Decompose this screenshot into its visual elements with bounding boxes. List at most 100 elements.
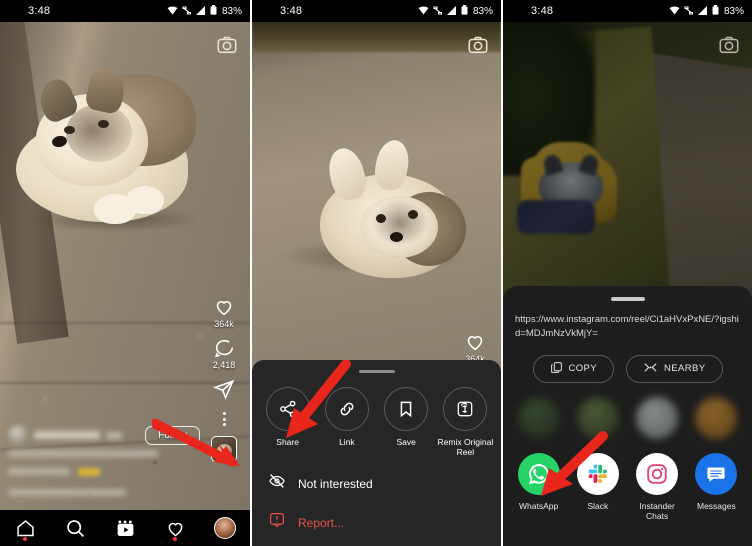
sheet-action-link[interactable]: Link [318, 386, 376, 458]
bookmark-icon [384, 386, 429, 431]
signal-icon [697, 3, 708, 19]
camera-icon[interactable] [467, 34, 489, 56]
nearby-label: NEARBY [664, 363, 706, 375]
sheet-action-label: Remix Original Reel [437, 436, 494, 458]
reel-video-surface[interactable]: 364k [252, 22, 501, 546]
status-bar: 3:48 83% [503, 0, 752, 22]
not-interested-label: Not interested [298, 476, 373, 491]
share-node-icon [265, 386, 310, 431]
share-target-label: Messages [697, 500, 736, 511]
report-icon [268, 511, 286, 534]
wifi-icon [418, 3, 429, 19]
share-target-label: WhatsApp [519, 500, 559, 511]
contact-avatar-icon [695, 396, 738, 439]
whatsapp-icon [517, 452, 560, 495]
audio-row[interactable] [8, 463, 242, 481]
share-target-apps-row: WhatsApp Slack Instander Chats Messages [503, 439, 752, 522]
nav-reels-icon[interactable] [108, 513, 142, 543]
status-icons: 83% [167, 3, 242, 19]
screenshot-strip: 3:48 83% 364k 2,418 Follow 3:48 83% Shar… [0, 0, 752, 546]
author-username[interactable] [34, 431, 100, 439]
sheet-action-label: Link [339, 436, 355, 447]
contact-target[interactable] [629, 396, 685, 439]
instander-icon [636, 452, 679, 495]
puppy-subject [10, 56, 206, 236]
vpn-key-icon [433, 3, 443, 19]
copy-label: COPY [568, 363, 598, 375]
nearby-share-icon [643, 361, 658, 377]
vpn-key-icon [684, 3, 694, 19]
signal-icon [446, 3, 457, 19]
contact-target[interactable] [570, 396, 626, 439]
panel-options-sheet: 3:48 83% Share Link Save Remix Original … [250, 0, 501, 546]
camera-icon[interactable] [216, 34, 238, 56]
caption-text-line [8, 450, 158, 457]
share-target-messages[interactable]: Messages [688, 452, 744, 522]
sheet-action-remix[interactable]: Remix Original Reel [436, 386, 494, 458]
like-count: 364k [214, 319, 234, 329]
reel-video-surface: https://www.instagram.com/reel/Ci1aHVxPx… [503, 22, 752, 546]
status-bar: 3:48 83% [252, 0, 501, 22]
reel-video-surface[interactable]: 364k 2,418 Follow [0, 22, 250, 546]
contact-avatar-icon [517, 396, 560, 439]
sheet-drag-handle[interactable] [358, 369, 395, 373]
battery-icon [461, 3, 468, 19]
puppy-subject [278, 137, 474, 290]
contact-target[interactable] [688, 396, 744, 439]
eye-off-icon [268, 472, 286, 495]
sheet-drag-handle[interactable] [610, 297, 645, 301]
battery-icon [210, 3, 217, 19]
audio-title-line [8, 489, 126, 496]
report-row[interactable]: Report... [252, 499, 501, 546]
nav-search-icon[interactable] [58, 513, 92, 543]
nav-activity-icon[interactable] [158, 513, 192, 543]
share-target-whatsapp[interactable]: WhatsApp [511, 452, 567, 522]
messages-icon [695, 452, 738, 495]
comment-count: 2,418 [212, 360, 236, 370]
wifi-icon [669, 3, 680, 19]
copy-icon [550, 361, 563, 377]
bottom-navigation [0, 510, 250, 546]
nav-home-icon[interactable] [8, 513, 42, 543]
battery-percent: 83% [723, 5, 744, 17]
contact-target[interactable] [511, 396, 567, 439]
author-meta [106, 431, 122, 439]
remix-icon [443, 386, 488, 431]
battery-percent: 83% [221, 5, 242, 17]
nav-profile-avatar[interactable] [208, 513, 242, 543]
camera-icon [718, 34, 740, 56]
follow-button[interactable]: Follow [145, 425, 200, 445]
share-target-label: Slack [587, 500, 609, 511]
status-icons: 83% [669, 3, 744, 19]
like-button[interactable]: 364k [213, 296, 235, 329]
status-time: 3:48 [28, 5, 51, 17]
report-label: Report... [298, 515, 345, 530]
comment-button[interactable]: 2,418 [212, 337, 236, 370]
panel-android-share: 3:48 83% https://www.instagram.com/reel/… [501, 0, 752, 546]
sheet-action-row: Share Link Save Remix Original Reel [252, 386, 501, 460]
vpn-key-icon [182, 3, 192, 19]
panel-reel-view: 3:48 83% 364k 2,418 Follow [0, 0, 250, 546]
link-icon [324, 386, 369, 431]
sheet-action-save[interactable]: Save [377, 386, 435, 458]
status-time: 3:48 [280, 5, 303, 17]
audio-thumbnail[interactable] [211, 436, 237, 462]
contact-avatar-icon [576, 396, 619, 439]
sheet-action-share[interactable]: Share [259, 386, 317, 458]
wifi-icon [167, 3, 178, 19]
more-options-icon[interactable] [222, 412, 226, 426]
author-avatar[interactable] [8, 425, 28, 445]
share-target-instander[interactable]: Instander Chats [629, 452, 685, 522]
status-bar: 3:48 83% [0, 0, 250, 22]
direct-contacts-row [503, 383, 752, 439]
share-target-slack[interactable]: Slack [570, 452, 626, 522]
not-interested-row[interactable]: Not interested [252, 460, 501, 499]
sheet-action-label: Save [396, 436, 416, 447]
copy-button[interactable]: COPY [532, 354, 615, 383]
sheet-action-label: Share [276, 436, 299, 447]
nearby-button[interactable]: NEARBY [626, 354, 723, 383]
share-target-label: Instander Chats [639, 500, 675, 522]
reel-action-rail: 364k 2,418 [204, 296, 244, 462]
share-button[interactable] [213, 378, 235, 400]
slack-icon [576, 452, 619, 495]
